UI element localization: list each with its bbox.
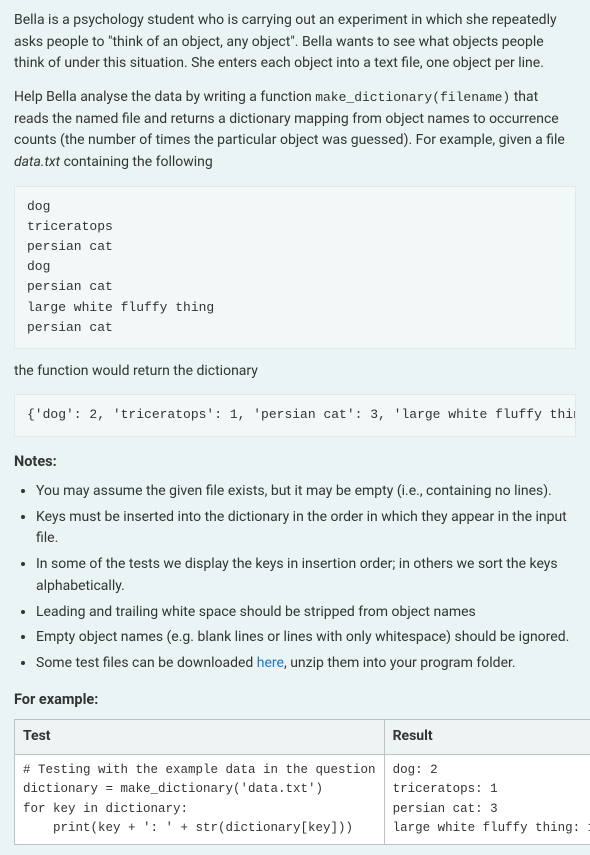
table-header-row: Test Result <box>15 720 590 755</box>
notes-list: You may assume the given file exists, bu… <box>14 481 576 675</box>
note-item-5: Empty object names (e.g. blank lines or … <box>36 627 576 649</box>
table-cell-test: # Testing with the example data in the q… <box>15 754 385 845</box>
table-header-result: Result <box>384 720 590 755</box>
note-6-text-b: , unzip them into your program folder. <box>284 655 516 671</box>
note-item-6: Some test files can be downloaded here, … <box>36 653 576 675</box>
table-header-test: Test <box>15 720 385 755</box>
intro-paragraph-1: Bella is a psychology student who is car… <box>14 10 576 75</box>
note-6-text-a: Some test files can be downloaded <box>36 655 257 671</box>
example-input-codeblock: dog triceratops persian cat dog persian … <box>14 186 576 349</box>
note-item-3: In some of the tests we display the keys… <box>36 554 576 597</box>
note-item-1: You may assume the given file exists, bu… <box>36 481 576 503</box>
example-output-codeblock: {'dog': 2, 'triceratops': 1, 'persian ca… <box>14 394 576 436</box>
intro-paragraph-2: Help Bella analyse the data by writing a… <box>14 87 576 174</box>
example-table: Test Result # Testing with the example d… <box>14 719 590 845</box>
note-item-4: Leading and trailing white space should … <box>36 602 576 624</box>
note-item-2: Keys must be inserted into the dictionar… <box>36 507 576 550</box>
intro-p2-text-c: containing the following <box>60 154 213 170</box>
mid-text: the function would return the dictionary <box>14 361 576 383</box>
table-cell-result: dog: 2 triceratops: 1 persian cat: 3 lar… <box>384 754 590 845</box>
download-link[interactable]: here <box>257 655 284 671</box>
example-heading: For example: <box>14 689 576 711</box>
notes-heading: Notes: <box>14 451 576 473</box>
filename-italic: data.txt <box>14 154 60 170</box>
function-name-code: make_dictionary(filename) <box>315 90 510 105</box>
table-row: # Testing with the example data in the q… <box>15 754 590 845</box>
intro-p2-text-a: Help Bella analyse the data by writing a… <box>14 89 315 105</box>
